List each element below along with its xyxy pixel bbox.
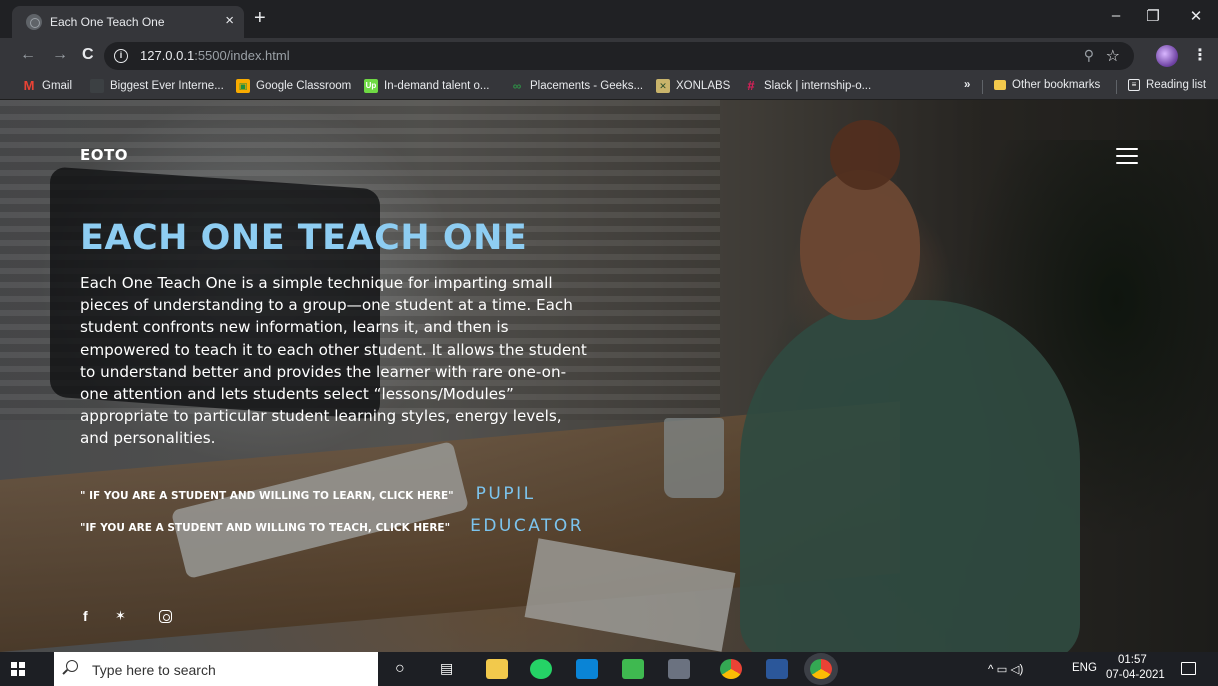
bookmark-star-icon[interactable]: ☆	[1106, 46, 1120, 66]
cta-teach-text: "IF YOU ARE A STUDENT AND WILLING TO TEA…	[80, 522, 451, 534]
browser-tab-strip: Each One Teach One × + – ❐ ✕	[0, 0, 1218, 38]
chrome-icon[interactable]	[720, 659, 742, 679]
back-button[interactable]: ←	[20, 46, 36, 64]
close-window-button[interactable]: ✕	[1186, 7, 1206, 25]
new-tab-button[interactable]: +	[254, 8, 266, 28]
system-tray-icons[interactable]: ^ ▭ ◁)	[988, 662, 1023, 676]
app-icon[interactable]	[622, 659, 644, 679]
browser-tab[interactable]: Each One Teach One ×	[12, 6, 244, 38]
language-indicator[interactable]: ENG	[1072, 662, 1097, 674]
menu-kebab-icon[interactable]: ⋮	[1192, 45, 1208, 65]
zoom-icon[interactable]: ⚲	[1084, 47, 1094, 64]
classroom-icon: ▣	[236, 79, 250, 93]
bookmark-gmail[interactable]: M Gmail	[22, 79, 72, 93]
cortana-icon[interactable]: ○	[395, 660, 405, 678]
minimize-button[interactable]: –	[1106, 7, 1126, 24]
educator-link[interactable]: EDUCATOR	[470, 516, 584, 536]
hamburger-menu-icon[interactable]	[1116, 148, 1138, 164]
bookmarks-overflow-button[interactable]: »	[964, 79, 970, 91]
bookmarks-divider	[1116, 80, 1117, 94]
bookmarks-divider	[982, 80, 983, 94]
maximize-button[interactable]: ❐	[1143, 7, 1163, 25]
facebook-icon[interactable]: f	[83, 608, 88, 624]
instagram-icon[interactable]	[159, 610, 172, 623]
reload-button[interactable]: C	[82, 46, 94, 64]
hero-description: Each One Teach One is a simple technique…	[80, 274, 587, 448]
forward-button[interactable]: →	[52, 46, 68, 64]
globe-icon	[26, 14, 42, 30]
clock-time[interactable]: 01:57	[1118, 654, 1147, 666]
page-icon	[90, 79, 104, 93]
slack-icon: #	[747, 78, 755, 93]
hero-section: EOTO EACH ONE TEACH ONE Each One Teach O…	[0, 100, 1218, 652]
bookmark-google-classroom[interactable]: ▣ Google Classroom	[236, 79, 351, 93]
browser-toolbar: ← → C i 127.0.0.1:5500/index.html ⚲ ☆ ⋮	[0, 38, 1218, 74]
pupil-link[interactable]: PUPIL	[476, 484, 536, 504]
gmail-icon: M	[23, 78, 35, 93]
word-icon[interactable]	[766, 659, 788, 679]
search-placeholder: Type here to search	[92, 662, 216, 678]
folder-icon	[994, 80, 1006, 90]
vscode-icon[interactable]	[576, 659, 598, 679]
taskbar-search-box[interactable]: Type here to search	[54, 652, 378, 686]
search-icon	[66, 660, 78, 672]
xonlabs-icon: ✕	[656, 79, 670, 93]
windows-taskbar: Type here to search ○ ▤ ^ ▭ ◁) ENG 01:57…	[0, 652, 1218, 686]
cta-teach-row: "IF YOU ARE A STUDENT AND WILLING TO TEA…	[80, 516, 584, 536]
cta-learn-row: " IF YOU ARE A STUDENT AND WILLING TO LE…	[80, 484, 536, 504]
reading-list-icon: ≡	[1128, 79, 1140, 91]
tab-title: Each One Teach One	[50, 15, 165, 29]
bookmark-xonlabs[interactable]: ✕ XONLABS	[656, 79, 730, 93]
chrome-active-icon[interactable]	[810, 659, 832, 679]
site-logo[interactable]: EOTO	[80, 146, 128, 164]
bookmarks-bar: M Gmail Biggest Ever Interne... ▣ Google…	[0, 74, 1218, 100]
url-text[interactable]: 127.0.0.1:5500/index.html	[140, 48, 290, 63]
notification-icon[interactable]	[1181, 662, 1196, 675]
clock-date[interactable]: 07-04-2021	[1106, 669, 1165, 681]
bookmark-geeksforgeeks[interactable]: ∞ Placements - Geeks...	[510, 79, 643, 93]
file-explorer-icon[interactable]	[486, 659, 508, 679]
other-bookmarks-folder[interactable]: Other bookmarks	[994, 79, 1100, 91]
task-view-icon[interactable]: ▤	[440, 660, 453, 677]
3d-viewer-icon[interactable]	[668, 659, 690, 679]
info-icon[interactable]: i	[114, 49, 128, 63]
bookmark-biggest-ever[interactable]: Biggest Ever Interne...	[90, 79, 224, 93]
upwork-icon: Up	[364, 79, 378, 93]
bookmark-upwork[interactable]: Up In-demand talent o...	[364, 79, 489, 93]
twitter-icon[interactable]: ✶	[115, 608, 126, 624]
bookmark-slack[interactable]: # Slack | internship-o...	[744, 79, 871, 93]
reading-list-button[interactable]: ≡ Reading list	[1128, 79, 1206, 91]
whatsapp-icon[interactable]	[530, 659, 552, 679]
geeksforgeeks-icon: ∞	[512, 79, 522, 93]
screen: Each One Teach One × + – ❐ ✕ ← → C i 127…	[0, 0, 1218, 686]
close-tab-icon[interactable]: ×	[225, 12, 234, 29]
hero-title: EACH ONE TEACH ONE	[80, 218, 528, 258]
windows-start-icon[interactable]	[11, 662, 25, 676]
cta-learn-text: " IF YOU ARE A STUDENT AND WILLING TO LE…	[80, 490, 454, 502]
address-bar[interactable]: i 127.0.0.1:5500/index.html ⚲ ☆	[104, 42, 1134, 70]
profile-avatar[interactable]	[1156, 45, 1178, 67]
